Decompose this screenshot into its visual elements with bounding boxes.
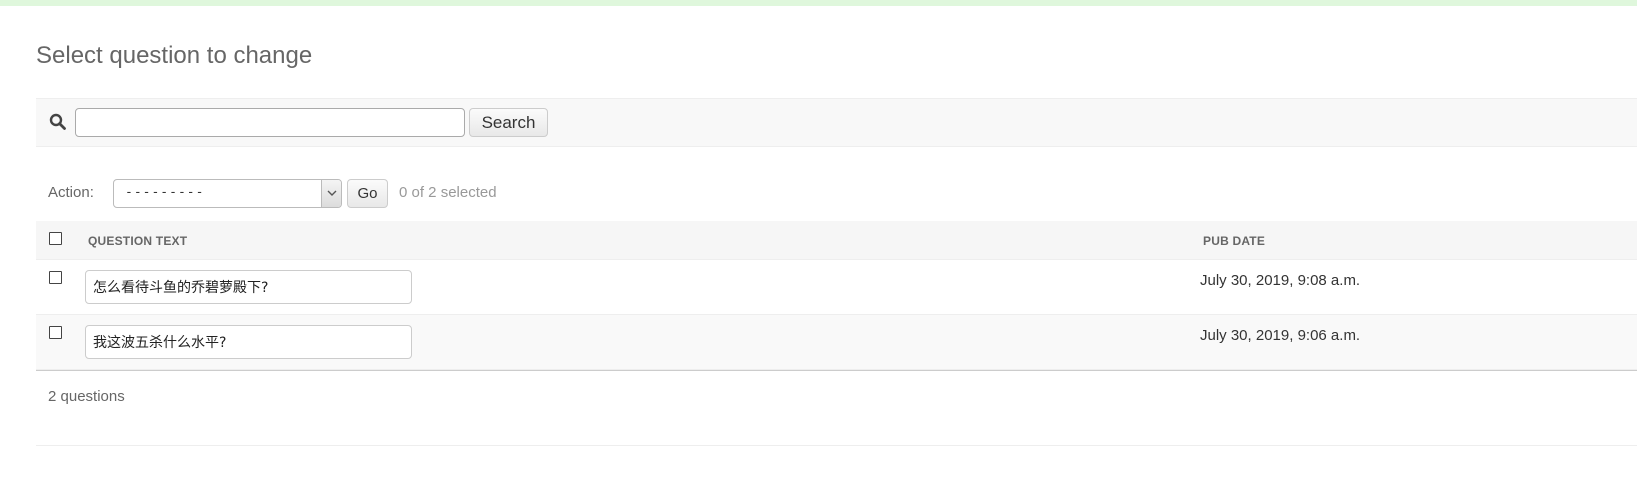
search-button[interactable]: Search bbox=[469, 108, 548, 137]
question-text-input[interactable] bbox=[85, 325, 412, 359]
search-icon bbox=[49, 113, 67, 131]
action-select-value: --------- bbox=[125, 185, 205, 200]
table-row: July 30, 2019, 9:08 a.m. bbox=[36, 260, 1637, 315]
row-checkbox[interactable] bbox=[49, 326, 62, 339]
search-input[interactable] bbox=[75, 108, 465, 137]
table-header: QUESTION TEXT PUB DATE bbox=[36, 221, 1637, 260]
action-select[interactable]: --------- bbox=[113, 179, 342, 208]
success-banner bbox=[0, 0, 1637, 6]
column-header-pub-date[interactable]: PUB DATE bbox=[1203, 234, 1265, 248]
result-count: 2 questions bbox=[48, 388, 125, 405]
table-row: July 30, 2019, 9:06 a.m. bbox=[36, 315, 1637, 370]
table-divider bbox=[36, 370, 1637, 371]
footer-divider bbox=[36, 445, 1637, 446]
selection-counter: 0 of 2 selected bbox=[399, 184, 497, 201]
page-title: Select question to change bbox=[36, 42, 313, 69]
select-all-checkbox[interactable] bbox=[49, 232, 62, 245]
row-checkbox[interactable] bbox=[49, 271, 62, 284]
action-label: Action: bbox=[48, 184, 94, 201]
question-text-input[interactable] bbox=[85, 270, 412, 304]
pub-date: July 30, 2019, 9:06 a.m. bbox=[1200, 327, 1361, 344]
pub-date: July 30, 2019, 9:08 a.m. bbox=[1200, 272, 1361, 289]
go-button[interactable]: Go bbox=[347, 179, 388, 208]
chevron-down-icon[interactable] bbox=[321, 180, 341, 207]
toolbar-search: Search bbox=[36, 98, 1637, 147]
column-header-question-text[interactable]: QUESTION TEXT bbox=[88, 234, 187, 248]
